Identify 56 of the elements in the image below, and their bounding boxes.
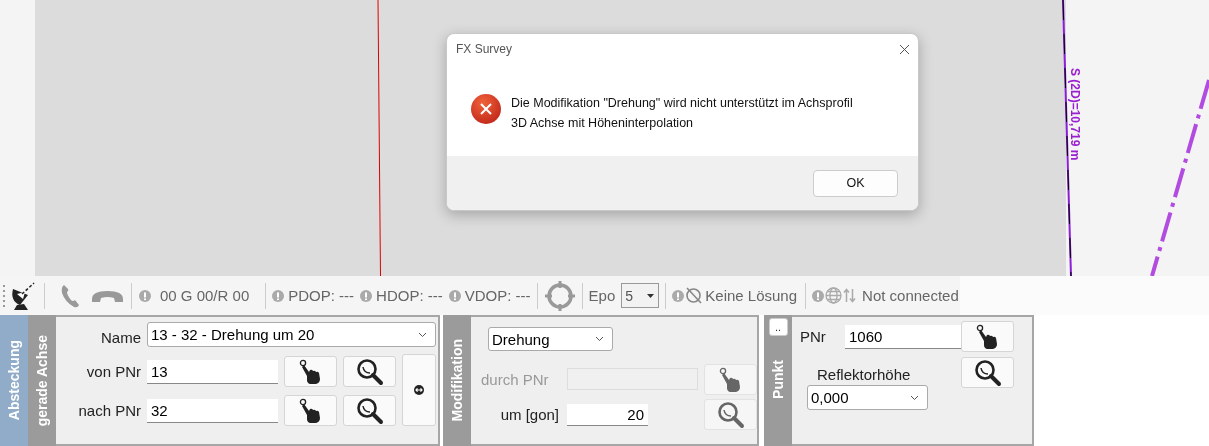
search-button[interactable] (343, 356, 396, 387)
alert-icon (272, 289, 285, 302)
chevron-down-icon (595, 336, 604, 342)
alert-icon (672, 289, 685, 302)
satellite-dish-icon[interactable] (10, 280, 36, 311)
satellite-status: 00 G 00/R 00 (160, 287, 250, 304)
dop-value: PDOP: --- (288, 287, 355, 304)
error-message: Die Modifikation "Drehung" wird nicht unterstützt im Achsprofil 3D Achse mit Höheninterpolation (511, 95, 853, 132)
connection-status: Not connected (862, 287, 959, 304)
dop-value: VDOP: --- (464, 287, 531, 304)
epoch-select[interactable]: 5 (621, 283, 660, 308)
dialog-title: FX Survey (456, 42, 512, 56)
epoch-label: Epo (588, 287, 616, 304)
close-icon[interactable] (899, 43, 910, 55)
search-icon (716, 400, 745, 429)
no-signal-icon (685, 287, 703, 304)
distance-label: S (2D)=10,719 m (1068, 68, 1082, 161)
solution-status: Keine Lösung (705, 287, 798, 304)
ok-button[interactable]: OK (813, 169, 898, 197)
chevron-down-icon (418, 331, 427, 338)
globe-icon (825, 287, 843, 304)
hang-up-icon[interactable] (91, 288, 124, 303)
axis-select[interactable]: 13 - 32 - Drehung um 20 (147, 322, 436, 347)
field-label: PNr (800, 328, 827, 345)
search-button[interactable] (961, 357, 1014, 388)
field-label: nach PNr (77, 402, 141, 419)
expand-button[interactable]: .. (768, 318, 788, 336)
error-icon (471, 94, 501, 124)
pick-point-button[interactable] (284, 395, 337, 426)
search-button[interactable] (343, 395, 396, 426)
alert-icon (360, 289, 373, 302)
chevron-down-icon (910, 394, 919, 401)
double-arrow-icon (414, 385, 424, 395)
swap-button[interactable] (402, 354, 436, 426)
alert-icon (139, 289, 151, 302)
reflector-height-select[interactable]: 0,000 (807, 385, 928, 410)
point-number-field[interactable]: 32 (147, 398, 278, 423)
search-icon (355, 357, 384, 386)
dop-value: HDOP: --- (376, 287, 443, 304)
search-icon (973, 358, 1002, 387)
up-down-arrows-icon (843, 288, 857, 303)
search-icon (355, 396, 384, 425)
crosshair-icon[interactable] (543, 279, 576, 312)
field-label: von PNr (85, 363, 141, 380)
dropdown-arrow-icon (647, 293, 655, 298)
phone-icon[interactable] (60, 283, 80, 308)
field-label: Reflektorhöhe (817, 365, 912, 383)
field-label: um [gon] (499, 406, 560, 423)
modification-select[interactable]: Drehung (488, 327, 613, 351)
field-label: Name (100, 328, 141, 346)
pick-point-button[interactable] (284, 356, 337, 387)
field-label: durch PNr (481, 370, 550, 388)
point-number-field[interactable]: 13 (147, 359, 278, 384)
angle-field[interactable]: 20 (567, 403, 648, 426)
alert-icon (448, 289, 461, 302)
alert-icon (812, 289, 825, 302)
